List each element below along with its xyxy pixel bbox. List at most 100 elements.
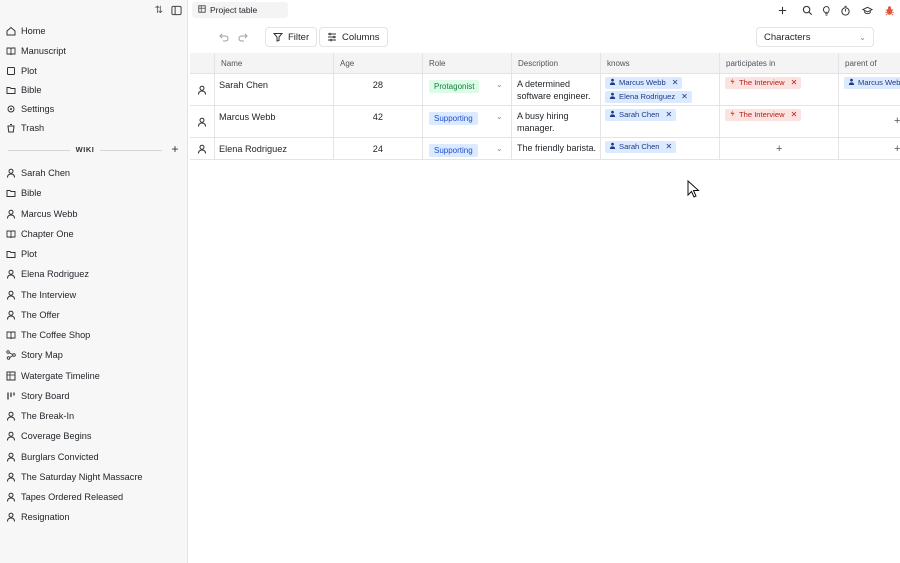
sort-icon[interactable]: ⇅ [153,4,165,16]
knows-chip[interactable]: Marcus Webb ✕ [605,77,683,89]
chevron-down-icon[interactable]: ⌄ [496,112,503,121]
sidebar-item-settings[interactable]: Settings [6,101,54,117]
parent-of-chip[interactable]: Marcus Webb✕ [844,77,900,89]
sidebar-item-bible[interactable]: Bible [6,82,41,98]
redo-icon[interactable] [238,32,248,42]
sidebar-toggle-icon[interactable] [170,4,182,16]
table-cell[interactable] [422,106,423,137]
table-cell[interactable] [838,74,839,105]
add-tab-button[interactable] [776,4,788,16]
wiki-item-burglars-convicted[interactable]: Burglars Convicted [6,449,99,465]
role-badge: Protagonist [429,80,480,93]
wiki-item-watergate-timeline[interactable]: Watergate Timeline [6,368,100,384]
wiki-item-story-board[interactable]: Story Board [6,388,70,404]
add-relation-button[interactable]: + [894,115,900,127]
column-header-parent-of[interactable]: parent of [838,53,900,74]
table-cell[interactable] [422,74,423,105]
table-cell[interactable] [838,138,839,159]
table-cell[interactable] [719,138,720,159]
sidebar-item-manuscript[interactable]: Manuscript [6,43,66,59]
lightbulb-icon[interactable] [820,4,832,16]
add-wiki-page-button[interactable]: + [169,143,181,155]
gear-icon [6,104,16,114]
tab-project-table[interactable]: Project table [192,2,288,18]
column-header-knows[interactable]: knows [600,53,719,74]
undo-icon[interactable] [219,32,229,42]
table-cell[interactable] [719,106,720,137]
wiki-item-sarah-chen[interactable]: Sarah Chen [6,165,70,181]
wiki-item-story-map[interactable]: Story Map [6,347,63,363]
description-line: A busy hiring [517,111,569,121]
wiki-item-coverage-begins[interactable]: Coverage Begins [6,428,91,444]
wiki-item-the-interview[interactable]: The Interview [6,287,76,303]
remove-icon[interactable]: ✕ [681,91,688,103]
wiki-item-label: Marcus Webb [21,208,78,219]
table-cell[interactable] [838,106,839,137]
filter-button[interactable]: Filter [265,27,318,47]
knows-chip[interactable]: Elena Rodriguez ✕ [605,91,692,103]
knows-chip[interactable]: Sarah Chen ✕ [605,109,677,121]
table-row[interactable]: Marcus Webb 42 Supporting ⌄ A busy hiring man… [190,106,900,138]
lightning-icon [729,77,736,89]
timer-icon[interactable] [839,4,851,16]
table-cell[interactable] [511,74,512,105]
table-cell[interactable] [719,74,720,105]
columns-button[interactable]: Columns [319,27,388,47]
graduation-cap-icon[interactable] [861,4,873,16]
wiki-item-chapter-one[interactable]: Chapter One [6,226,74,242]
column-header-role[interactable]: Role [422,53,511,74]
sidebar-item-home[interactable]: Home [6,23,46,39]
wiki-item-the-saturday-night-massacre[interactable]: The Saturday Night Massacre [6,469,143,485]
wiki-item-tapes-ordered-released[interactable]: Tapes Ordered Released [6,489,123,505]
column-header-description[interactable]: Description [511,53,600,74]
chevron-down-icon[interactable]: ⌄ [496,144,503,153]
table-cell[interactable] [214,138,215,159]
person-icon [848,77,855,89]
table-row[interactable]: Sarah Chen 28 Protagonist ⌄ A determined soft… [190,74,900,106]
table-cell[interactable] [600,74,601,105]
remove-icon[interactable]: ✕ [791,109,798,121]
wiki-item-plot[interactable]: Plot [6,246,37,262]
column-header-participates-in[interactable]: participates in [719,53,838,74]
table-cell[interactable] [511,106,512,137]
search-icon[interactable] [801,4,813,16]
participates-chip[interactable]: The Interview ✕ [725,77,802,89]
sidebar-item-plot[interactable]: Plot [6,63,37,79]
table-cell[interactable] [333,106,334,137]
sidebar-item-label: Plot [21,66,37,76]
table-cell[interactable] [511,138,512,159]
remove-icon[interactable]: ✕ [791,77,798,89]
remove-icon[interactable]: ✕ [666,141,673,153]
wiki-item-marcus-webb[interactable]: Marcus Webb [6,206,78,222]
table-cell[interactable] [333,138,334,159]
chevron-down-icon[interactable]: ⌄ [496,80,503,89]
person-icon [6,168,16,178]
table-cell[interactable] [422,138,423,159]
column-header-name[interactable]: Name [214,53,333,74]
knows-chip[interactable]: Sarah Chen ✕ [605,141,677,153]
add-relation-button[interactable]: + [894,143,900,155]
table-cell[interactable] [333,74,334,105]
wiki-item-the-coffee-shop[interactable]: The Coffee Shop [6,327,90,343]
sidebar-item-trash[interactable]: Trash [6,120,44,136]
wiki-item-label: Story Board [21,390,70,401]
folder-icon [6,188,16,198]
table-cell[interactable] [600,106,601,137]
add-relation-button[interactable]: + [776,143,782,155]
wiki-item-bible[interactable]: Bible [6,185,41,201]
wiki-item-resignation[interactable]: Resignation [6,509,70,525]
table-cell[interactable] [214,74,215,105]
table-cell[interactable] [214,106,215,137]
person-icon [609,77,616,89]
table-select[interactable]: Characters ⌄ [756,27,874,47]
wiki-item-the-offer[interactable]: The Offer [6,307,60,323]
wiki-item-elena-rodriguez[interactable]: Elena Rodriguez [6,266,89,282]
remove-icon[interactable]: ✕ [666,109,673,121]
column-header-age[interactable]: Age [333,53,422,74]
table-cell[interactable] [600,138,601,159]
table-row[interactable]: Elena Rodriguez 24 Supporting ⌄ The friendly… [190,138,900,160]
remove-icon[interactable]: ✕ [672,77,679,89]
participates-chip[interactable]: The Interview ✕ [725,109,802,121]
wiki-item-the-break-in[interactable]: The Break-In [6,408,74,424]
bug-icon[interactable] [883,4,895,16]
